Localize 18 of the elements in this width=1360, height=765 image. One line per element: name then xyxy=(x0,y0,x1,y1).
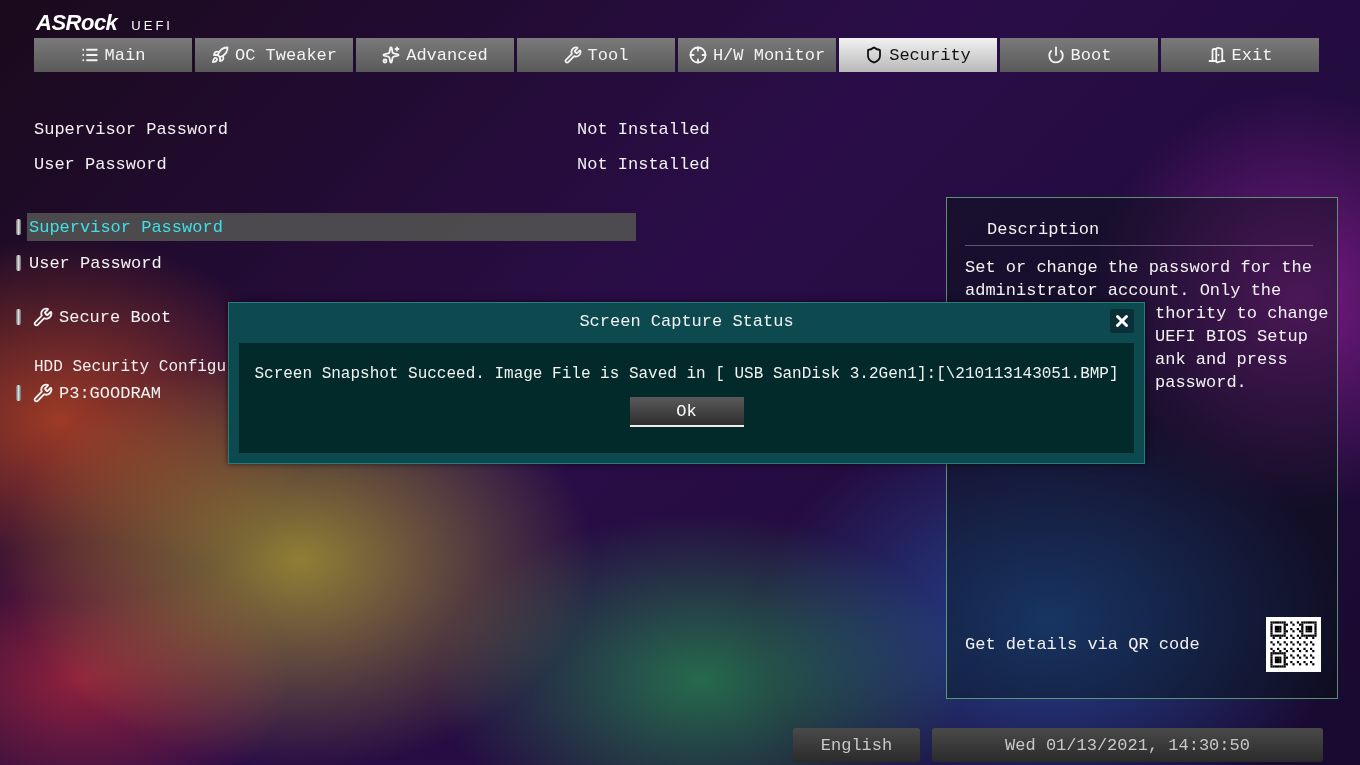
setting-label: Supervisor Password xyxy=(34,120,229,139)
dialog-message: Screen Snapshot Succeed. Image File is Saved in [ USB SanDisk 3.2Gen1]:[\210113143051.BMP] xyxy=(254,365,1119,383)
section-heading: HDD Security Configu xyxy=(33,358,227,376)
setting-value: Not Installed xyxy=(577,120,710,139)
product-label: UEFI xyxy=(131,18,173,33)
description-text: thority to change xyxy=(1155,303,1329,325)
setting-label: User Password xyxy=(34,155,168,174)
description-text: password. xyxy=(1155,372,1247,394)
description-text: UEFI BIOS Setup xyxy=(1155,326,1309,348)
panel-title: Description xyxy=(965,198,1313,246)
setting-value: Not Installed xyxy=(577,155,710,174)
description-text: administrator account. Only the xyxy=(965,280,1282,302)
dialog-title: Screen Capture Status xyxy=(578,310,795,333)
description-text: Set or change the password for the xyxy=(965,257,1312,279)
qr-caption: Get details via QR code xyxy=(965,635,1200,654)
brand-logo: ASRock xyxy=(36,10,118,36)
description-text: ank and press xyxy=(1155,349,1288,371)
date-time: Wed 01/13/2021, 14:30:50 xyxy=(932,728,1323,762)
